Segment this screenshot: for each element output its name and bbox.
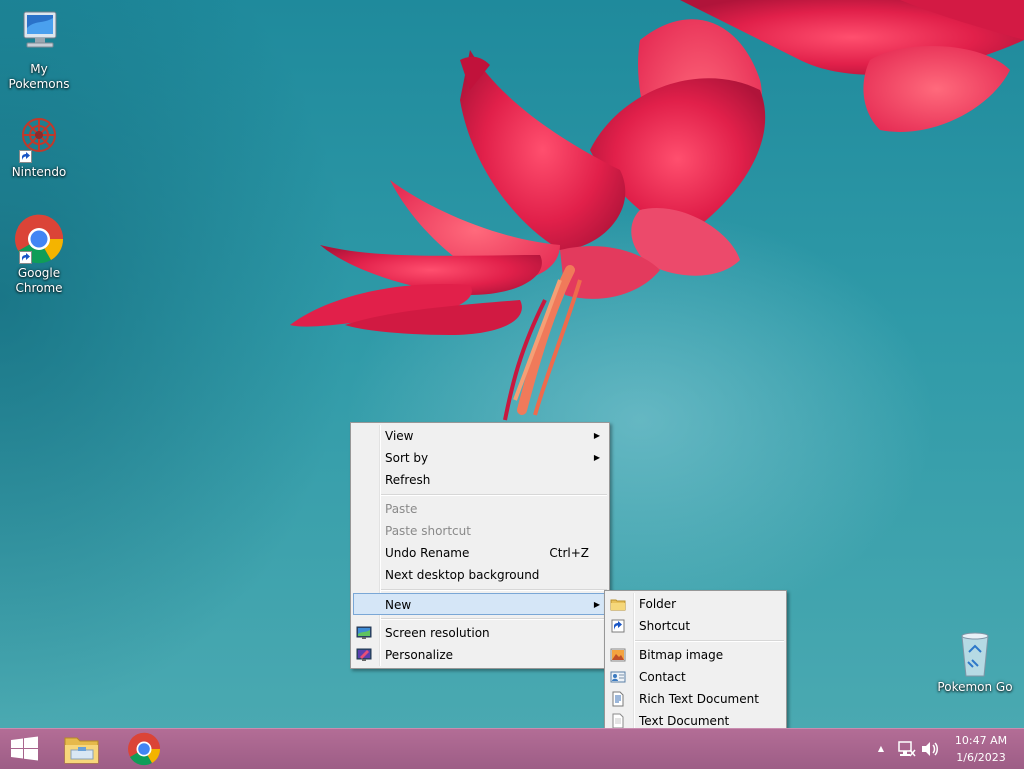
screen-resolution-icon (356, 625, 372, 641)
bitmap-image-icon (610, 647, 626, 663)
menu-item-label: View (385, 429, 414, 443)
menu-item-refresh[interactable]: Refresh (353, 469, 607, 491)
computer-icon (13, 10, 65, 60)
submenu-arrow-icon: ▶ (593, 453, 600, 462)
start-button[interactable] (0, 729, 54, 769)
menu-item-label: Folder (639, 597, 677, 611)
menu-item-undo-rename[interactable]: Undo Rename Ctrl+Z (353, 542, 607, 564)
shortcut-overlay-icon (19, 251, 32, 264)
menu-item-label: Personalize (385, 648, 454, 662)
menu-item-new-rich-text-document[interactable]: Rich Text Document (607, 688, 784, 710)
desktop-context-menu: View ▶ Sort by ▶ Refresh Paste Paste sho… (350, 422, 610, 669)
submenu-arrow-icon: ▶ (593, 431, 600, 440)
menu-item-label: Refresh (385, 473, 431, 487)
menu-item-label: Rich Text Document (639, 692, 759, 706)
desktop-icon-my-pokemons[interactable]: My Pokemons (1, 10, 77, 92)
desktop-icon-label: Google Chrome (15, 266, 63, 295)
taskbar-google-chrome[interactable] (116, 729, 172, 769)
menu-item-personalize[interactable]: Personalize (353, 644, 607, 666)
desktop-icon-label: My Pokemons (8, 62, 70, 91)
volume-icon[interactable] (920, 740, 940, 758)
text-document-icon (610, 713, 626, 728)
shortcut-icon (610, 618, 626, 634)
windows-logo-icon (11, 736, 38, 761)
recycle-bin-icon (949, 630, 1001, 678)
menu-item-next-desktop-background[interactable]: Next desktop background (353, 564, 607, 586)
personalize-icon (356, 647, 372, 663)
desktop-icon-google-chrome[interactable]: Google Chrome (1, 214, 77, 296)
menu-item-screen-resolution[interactable]: Screen resolution (353, 622, 607, 644)
submenu-arrow-icon: ▶ (593, 600, 600, 609)
menu-item-shortcut: Ctrl+Z (549, 546, 589, 560)
desktop[interactable]: My Pokemons Nintendo Google Chrome Pokem… (0, 0, 1024, 728)
chrome-icon (128, 732, 161, 766)
menu-item-paste-shortcut[interactable]: Paste shortcut (353, 520, 607, 542)
menu-item-label: Bitmap image (639, 648, 724, 662)
menu-item-label: Paste (385, 502, 418, 516)
menu-item-label: Screen resolution (385, 626, 490, 640)
menu-item-new-text-document[interactable]: Text Document (607, 710, 784, 728)
desktop-icon-pokemon-go[interactable]: Pokemon Go (937, 630, 1013, 695)
menu-item-label: Sort by (385, 451, 429, 465)
file-explorer-icon (64, 737, 99, 764)
menu-item-label: Undo Rename (385, 546, 470, 560)
menu-item-new-bitmap-image[interactable]: Bitmap image (607, 644, 784, 666)
network-icon[interactable] (896, 740, 916, 758)
clock[interactable]: 10:47 AM 1/6/2023 (946, 729, 1016, 769)
clock-time: 10:47 AM (954, 734, 1008, 747)
new-submenu: Folder Shortcut Bitmap image Contact Ric… (604, 590, 787, 728)
menu-item-new[interactable]: New ▶ (353, 593, 607, 615)
contact-icon (610, 669, 626, 685)
taskbar-file-explorer[interactable] (54, 729, 110, 769)
menu-item-label: Contact (639, 670, 686, 684)
menu-item-sort-by[interactable]: Sort by ▶ (353, 447, 607, 469)
menu-separator (381, 618, 607, 620)
chrome-icon (13, 214, 65, 264)
menu-separator (381, 589, 607, 591)
menu-item-label: Next desktop background (385, 568, 540, 582)
nintendo-icon (13, 113, 65, 163)
menu-item-paste[interactable]: Paste (353, 498, 607, 520)
rich-text-document-icon (610, 691, 626, 707)
menu-item-new-shortcut[interactable]: Shortcut (607, 615, 784, 637)
desktop-icon-label: Nintendo (11, 165, 67, 179)
desktop-icon-nintendo[interactable]: Nintendo (1, 113, 77, 180)
taskbar: ▲ 10:47 AM 1/6/2023 (0, 728, 1024, 769)
show-hidden-icons-button[interactable]: ▲ (874, 741, 888, 757)
menu-item-label: New (385, 598, 412, 612)
menu-item-label: Text Document (639, 714, 730, 728)
menu-separator (381, 494, 607, 496)
folder-icon (610, 596, 626, 612)
desktop-icon-label: Pokemon Go (937, 680, 1013, 694)
menu-item-new-contact[interactable]: Contact (607, 666, 784, 688)
menu-item-view[interactable]: View ▶ (353, 425, 607, 447)
menu-item-new-folder[interactable]: Folder (607, 593, 784, 615)
menu-item-label: Paste shortcut (385, 524, 471, 538)
clock-date: 1/6/2023 (956, 751, 1006, 764)
menu-separator (635, 640, 784, 642)
shortcut-overlay-icon (19, 150, 32, 163)
menu-item-label: Shortcut (639, 619, 691, 633)
